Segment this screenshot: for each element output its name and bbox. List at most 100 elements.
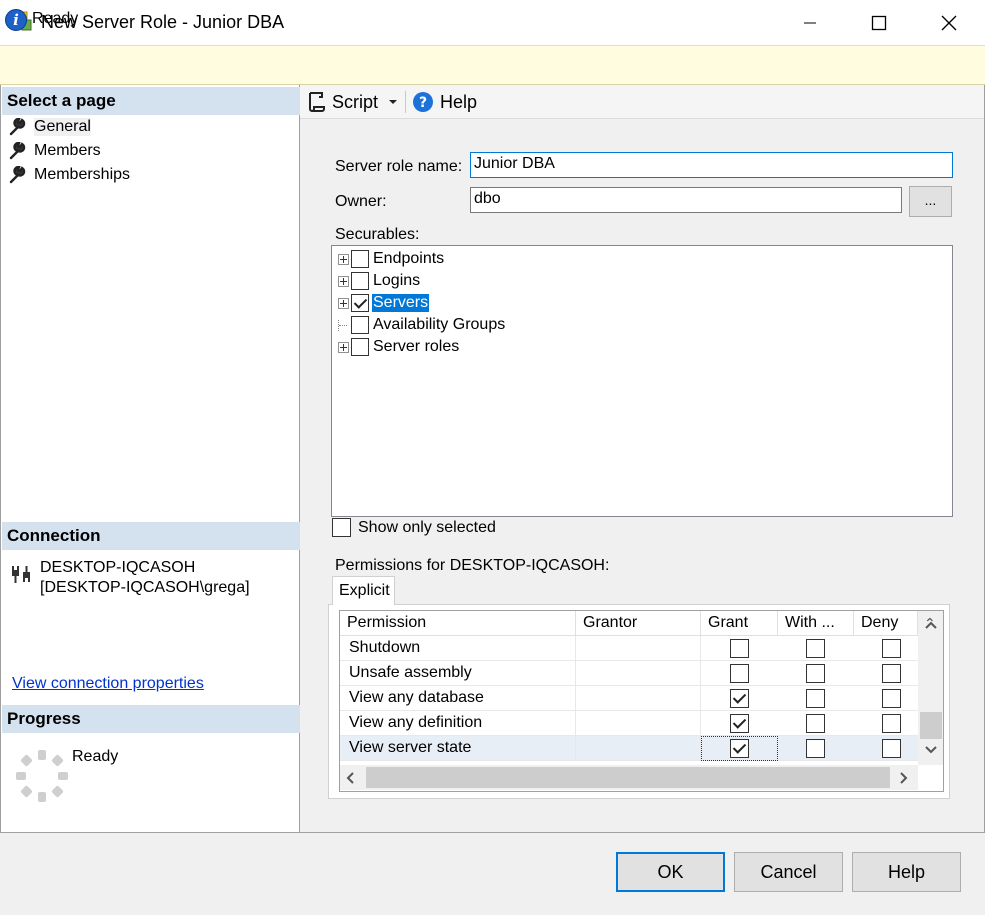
progress-header: Progress xyxy=(2,705,300,733)
tree-item-logins[interactable]: Logins xyxy=(338,270,421,292)
connection-server: DESKTOP-IQCASOH xyxy=(40,559,196,576)
permission-cell: Shutdown xyxy=(340,636,576,660)
connection-header: Connection xyxy=(2,522,300,550)
expand-icon[interactable] xyxy=(338,253,349,265)
grant-checkbox[interactable] xyxy=(730,689,749,708)
permission-cell: View server state xyxy=(340,736,576,760)
wrench-icon xyxy=(9,166,26,184)
grant-checkbox[interactable] xyxy=(730,739,749,758)
horizontal-scroll-thumb[interactable] xyxy=(366,767,890,788)
grantor-cell xyxy=(576,736,701,760)
maximize-icon xyxy=(871,15,887,30)
permission-cell: Unsafe assembly xyxy=(340,661,576,685)
close-button[interactable] xyxy=(926,0,972,45)
tree-checkbox[interactable] xyxy=(351,338,369,356)
grant-checkbox[interactable] xyxy=(730,664,749,683)
expand-icon[interactable] xyxy=(338,275,349,287)
table-row[interactable]: Unsafe assembly xyxy=(340,661,918,686)
connection-plug-icon xyxy=(12,566,30,583)
securables-tree[interactable]: Endpoints Logins Servers Availability Gr… xyxy=(331,245,953,517)
minimize-icon xyxy=(804,22,816,23)
scroll-left-icon[interactable] xyxy=(345,771,355,785)
column-header-with-grant[interactable]: With ... xyxy=(778,611,854,636)
page-memberships[interactable]: Memberships xyxy=(9,164,130,186)
tree-item-endpoints[interactable]: Endpoints xyxy=(338,248,445,270)
script-button[interactable]: Script xyxy=(306,90,378,114)
tree-checkbox[interactable] xyxy=(351,316,369,334)
deny-checkbox[interactable] xyxy=(882,639,901,658)
tree-checkbox[interactable] xyxy=(351,272,369,290)
tree-item-label: Servers xyxy=(372,294,430,312)
expand-icon[interactable] xyxy=(338,341,349,353)
tree-item-servers[interactable]: Servers xyxy=(338,292,430,314)
table-row-selected[interactable]: View server state xyxy=(340,736,918,761)
grant-checkbox[interactable] xyxy=(730,714,749,733)
svg-text:?: ? xyxy=(419,95,427,111)
tree-checkbox[interactable] xyxy=(351,250,369,268)
script-icon xyxy=(309,92,325,112)
show-only-selected-checkbox[interactable] xyxy=(332,518,351,537)
show-only-selected-label[interactable]: Show only selected xyxy=(358,519,496,537)
grantor-cell xyxy=(576,686,701,710)
tree-checkbox[interactable] xyxy=(351,294,369,312)
help-label: Help xyxy=(440,91,478,112)
help-button[interactable]: Help xyxy=(852,852,961,892)
table-row[interactable]: View any definition xyxy=(340,711,918,736)
table-row[interactable]: View any database xyxy=(340,686,918,711)
with-grant-checkbox[interactable] xyxy=(806,639,825,658)
column-header-grantor[interactable]: Grantor xyxy=(576,611,701,636)
scroll-right-icon[interactable] xyxy=(899,771,909,785)
tree-item-availability-groups[interactable]: Availability Groups xyxy=(338,314,506,336)
tab-explicit[interactable]: Explicit xyxy=(332,576,395,605)
vertical-scrollbar[interactable] xyxy=(918,611,943,765)
chevron-down-icon xyxy=(389,100,397,104)
deny-checkbox[interactable] xyxy=(882,689,901,708)
maximize-button[interactable] xyxy=(856,0,902,45)
page-label: General xyxy=(34,118,91,136)
scroll-up-chevron xyxy=(925,621,937,629)
column-header-deny[interactable]: Deny xyxy=(854,611,918,636)
permission-cell: View any database xyxy=(340,686,576,710)
owner-label: Owner: xyxy=(335,193,387,210)
grantor-cell xyxy=(576,711,701,735)
tree-item-label: Logins xyxy=(373,272,421,289)
script-dropdown[interactable] xyxy=(388,90,398,114)
tree-item-label: Server roles xyxy=(373,338,460,355)
with-grant-checkbox[interactable] xyxy=(806,739,825,758)
status-bar xyxy=(0,45,985,85)
script-label: Script xyxy=(332,91,379,112)
minimize-button[interactable] xyxy=(787,0,833,45)
role-name-label: Server role name: xyxy=(335,158,463,175)
owner-input[interactable]: dbo xyxy=(470,187,902,213)
grant-checkbox[interactable] xyxy=(730,639,749,658)
page-general[interactable]: General xyxy=(9,116,91,138)
tree-item-server-roles[interactable]: Server roles xyxy=(338,336,460,358)
role-name-input[interactable]: Junior DBA xyxy=(470,152,953,178)
view-connection-properties-link[interactable]: View connection properties xyxy=(12,675,204,693)
expand-icon[interactable] xyxy=(338,297,349,309)
with-grant-checkbox[interactable] xyxy=(806,689,825,708)
ok-button[interactable]: OK xyxy=(616,852,725,892)
scroll-down-icon[interactable] xyxy=(924,745,938,755)
connection-user: [DESKTOP-IQCASOH\grega] xyxy=(40,579,250,596)
close-icon xyxy=(941,15,957,30)
permissions-label: Permissions for DESKTOP-IQCASOH: xyxy=(335,557,610,574)
column-header-permission[interactable]: Permission xyxy=(340,611,576,636)
browse-owner-button[interactable]: ... xyxy=(909,186,952,217)
cancel-button[interactable]: Cancel xyxy=(734,852,843,892)
vertical-scroll-thumb[interactable] xyxy=(920,712,942,739)
progress-spinner-icon xyxy=(16,750,68,802)
info-icon: i xyxy=(5,9,27,31)
page-members[interactable]: Members xyxy=(9,140,101,162)
progress-status: Ready xyxy=(72,748,119,765)
deny-checkbox[interactable] xyxy=(882,664,901,683)
table-row[interactable]: Shutdown xyxy=(340,636,918,661)
permission-cell: View any definition xyxy=(340,711,576,735)
column-header-grant[interactable]: Grant xyxy=(701,611,778,636)
deny-checkbox[interactable] xyxy=(882,739,901,758)
help-toolbar-button[interactable]: ? Help xyxy=(412,90,477,114)
page-label: Members xyxy=(34,142,101,159)
with-grant-checkbox[interactable] xyxy=(806,714,825,733)
deny-checkbox[interactable] xyxy=(882,714,901,733)
with-grant-checkbox[interactable] xyxy=(806,664,825,683)
